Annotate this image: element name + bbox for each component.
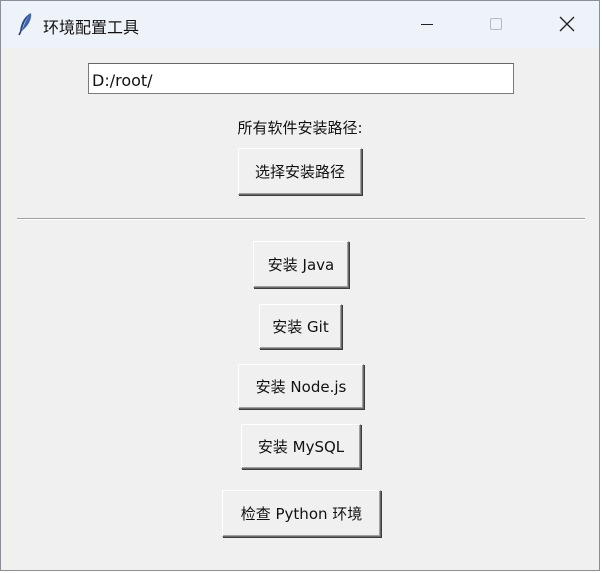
close-button[interactable] <box>544 1 590 48</box>
maximize-icon <box>490 18 502 30</box>
window-title: 环境配置工具 <box>43 18 140 37</box>
maximize-button[interactable] <box>473 1 519 48</box>
install-nodejs-button[interactable]: 安装 Node.js <box>238 364 364 409</box>
separator <box>17 218 585 220</box>
minimize-icon <box>421 24 433 25</box>
feather-icon <box>17 12 35 36</box>
choose-path-button[interactable]: 选择安装路径 <box>238 148 362 195</box>
install-mysql-button[interactable]: 安装 MySQL <box>241 424 361 469</box>
app-window: 环境配置工具 所有软件安装路径: 选择安装路径 安装 Java 安装 Git 安… <box>0 0 600 571</box>
install-path-input[interactable] <box>88 63 514 94</box>
minimize-button[interactable] <box>404 1 450 48</box>
install-java-button[interactable]: 安装 Java <box>253 241 349 288</box>
main-content: 所有软件安装路径: 选择安装路径 安装 Java 安装 Git 安装 Node.… <box>1 48 599 570</box>
install-path-label: 所有软件安装路径: <box>237 119 363 137</box>
install-git-button[interactable]: 安装 Git <box>259 304 342 349</box>
title-bar[interactable]: 环境配置工具 <box>1 1 599 48</box>
check-python-button[interactable]: 检查 Python 环境 <box>222 490 381 537</box>
close-icon <box>559 16 575 32</box>
